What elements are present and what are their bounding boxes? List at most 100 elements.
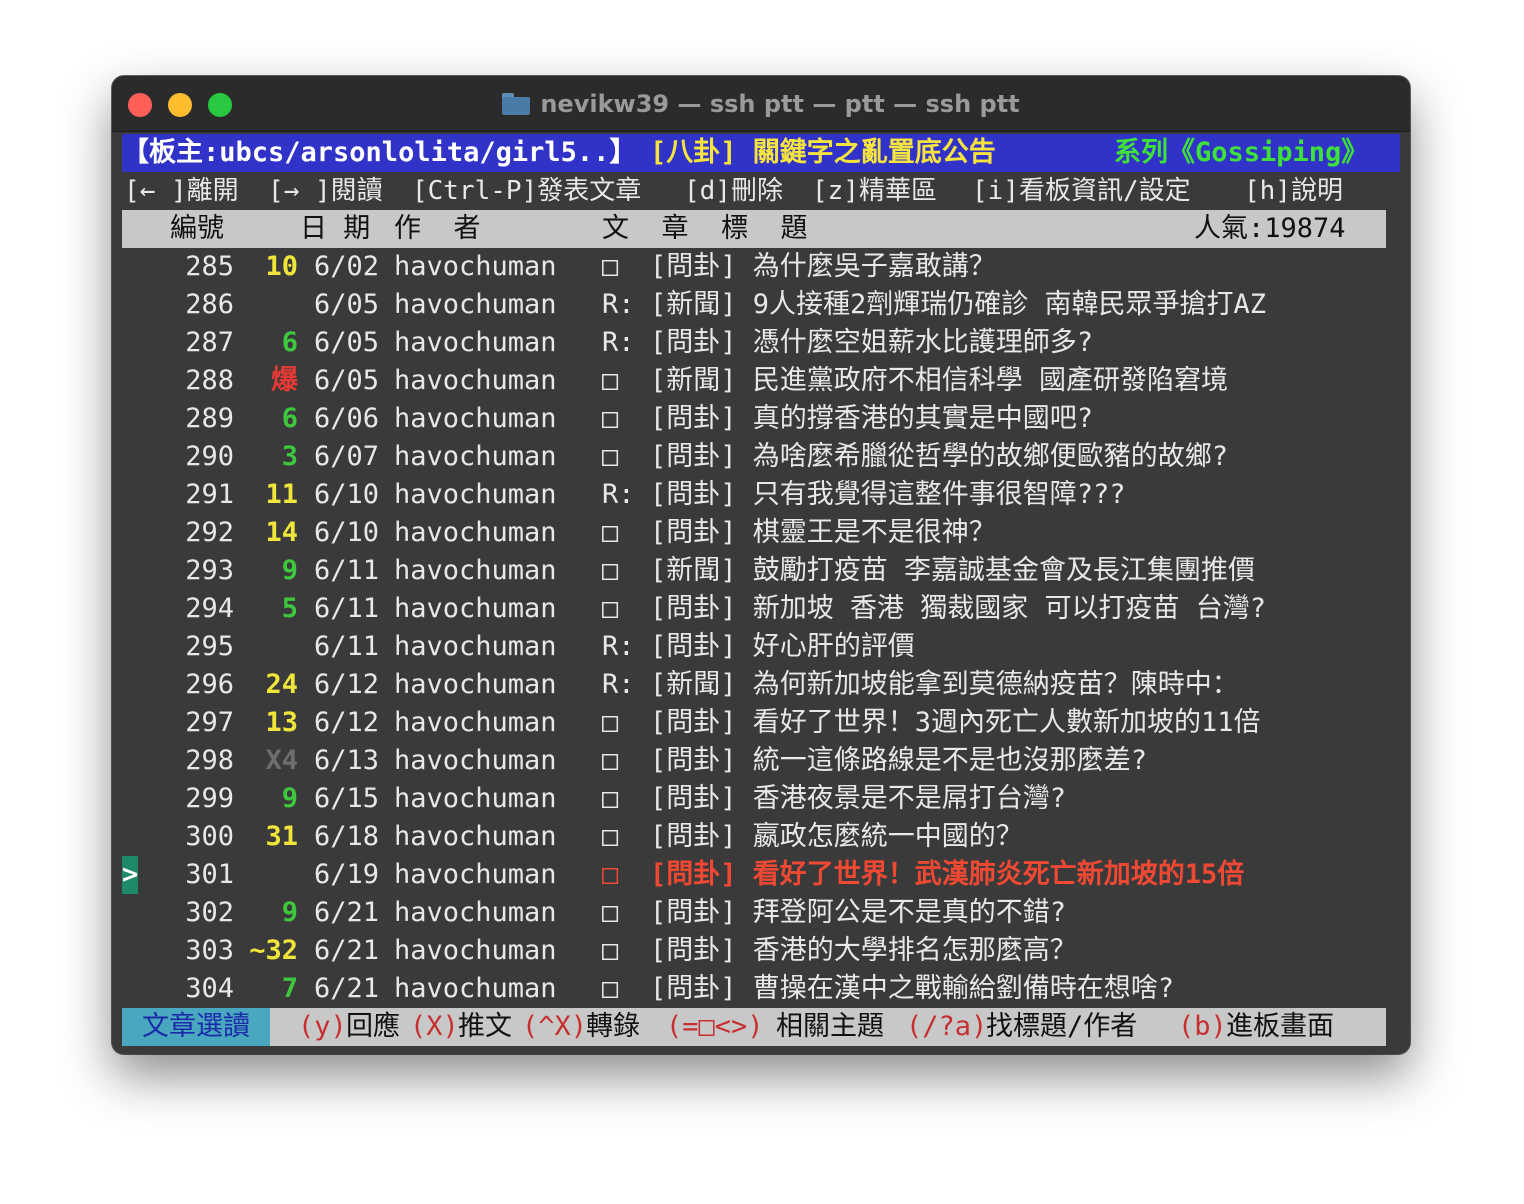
article-title: [問卦] 看好了世界！武漢肺炎死亡新加坡的15倍 <box>650 859 1245 890</box>
article-number: 302 <box>185 897 234 928</box>
article-row[interactable]: 291 11 6/10 havochuman R: [問卦] 只有我覺得這整件事很智障??… <box>122 476 1400 514</box>
article-mark: R: <box>602 327 635 358</box>
article-mark: □ <box>602 707 619 738</box>
footer-key-board[interactable]: (b) <box>1178 1008 1227 1046</box>
push-count: 9 <box>281 555 298 586</box>
menu-post[interactable]: [Ctrl-P]發表文章 <box>412 172 641 210</box>
article-date: 6/21 <box>314 897 380 928</box>
footer-label-search: 找標題/作者 <box>986 1011 1138 1042</box>
article-row[interactable]: 300 31 6/18 havochuman □ [問卦] 嬴政怎麼統一中國的？ <box>122 818 1400 856</box>
article-row[interactable]: 298 X4 6/13 havochuman □ [問卦] 統一這條路線是不是也沒那麼差? <box>122 742 1400 780</box>
article-mark: □ <box>602 517 619 548</box>
article-row[interactable]: 288 爆 6/05 havochuman □ [新聞] 民進黨政府不相信科學 國產研發陷… <box>122 362 1400 400</box>
article-date: 6/10 <box>314 517 380 548</box>
footer-key-push[interactable]: (X) <box>410 1008 459 1046</box>
article-row[interactable]: 285 10 6/02 havochuman □ [問卦] 為什麼吳子嘉敢講？ <box>122 248 1400 286</box>
article-number: 304 <box>185 973 234 1004</box>
article-mark: □ <box>602 365 619 396</box>
article-number: 297 <box>185 707 234 738</box>
push-count: 9 <box>281 897 298 928</box>
article-number: 299 <box>185 783 234 814</box>
article-row[interactable]: 302 9 6/21 havochuman □ [問卦] 拜登阿公是不是真的不錯? <box>122 894 1400 932</box>
article-row[interactable]: 287 6 6/05 havochuman R: [問卦] 憑什麼空姐薪水比護理師多? <box>122 324 1400 362</box>
article-number: 289 <box>185 403 234 434</box>
article-author: havochuman <box>394 517 557 548</box>
article-mark: □ <box>602 441 619 472</box>
article-mark: R: <box>602 631 635 662</box>
article-number: 286 <box>185 289 234 320</box>
menu-leave[interactable]: [← ]離開 <box>124 172 239 210</box>
article-row[interactable]: >301 6/19 havochuman □ [問卦] 看好了世界！武漢肺炎死亡新加坡的… <box>122 856 1400 894</box>
article-number: 295 <box>185 631 234 662</box>
window-title: nevikw39 — ssh ptt — ptt — ssh ptt <box>540 90 1020 118</box>
article-title: [問卦] 看好了世界！3週內死亡人數新加坡的11倍 <box>650 707 1261 738</box>
push-count: 5 <box>281 593 298 624</box>
push-count: 爆 <box>271 365 298 396</box>
article-row[interactable]: 295 6/11 havochuman R: [問卦] 好心肝的評價 <box>122 628 1400 666</box>
board-header: 【板主:ubcs/arsonlolita/girl5..】 [八卦] 關鍵字之亂… <box>122 134 1400 172</box>
article-row[interactable]: 293 9 6/11 havochuman □ [新聞] 鼓勵打疫苗 李嘉誠基金會及長江集… <box>122 552 1400 590</box>
article-title: [新聞] 9人接種2劑輝瑞仍確診 南韓民眾爭搶打AZ <box>650 289 1267 320</box>
article-title: [問卦] 香港的大學排名怎那麼高？ <box>650 935 1077 966</box>
article-number: 296 <box>185 669 234 700</box>
menu-read[interactable]: [→ ]閱讀 <box>268 172 383 210</box>
article-number: 291 <box>185 479 234 510</box>
menu-digest[interactable]: [z]精華區 <box>812 172 937 210</box>
footer-key-search[interactable]: (/?a) <box>906 1008 987 1046</box>
article-author: havochuman <box>394 859 557 890</box>
push-count: 9 <box>281 783 298 814</box>
footer-key-thread[interactable]: (=□<>) <box>666 1008 764 1046</box>
article-row[interactable]: 294 5 6/11 havochuman □ [問卦] 新加坡 香港 獨裁國家 可以打疫… <box>122 590 1400 628</box>
push-count: ~32 <box>249 935 298 966</box>
article-title: [問卦] 好心肝的評價 <box>650 631 915 662</box>
article-number: 292 <box>185 517 234 548</box>
article-row[interactable]: 296 24 6/12 havochuman R: [新聞] 為何新加坡能拿到莫德納疫苗？… <box>122 666 1400 704</box>
footer-key-forward[interactable]: (^X) <box>522 1008 587 1046</box>
article-title: [問卦] 憑什麼空姐薪水比護理師多? <box>650 327 1094 358</box>
article-number: 290 <box>185 441 234 472</box>
article-author: havochuman <box>394 593 557 624</box>
article-author: havochuman <box>394 441 557 472</box>
article-row[interactable]: 289 6 6/06 havochuman □ [問卦] 真的撐香港的其實是中國吧? <box>122 400 1400 438</box>
push-count: 31 <box>265 821 298 852</box>
article-row[interactable]: 303 ~32 6/21 havochuman □ [問卦] 香港的大學排名怎那麼高？ <box>122 932 1400 970</box>
window-title-container: nevikw39 — ssh ptt — ptt — ssh ptt <box>112 76 1410 132</box>
article-author: havochuman <box>394 631 557 662</box>
footer-key-reply[interactable]: (y) <box>298 1008 347 1046</box>
board-series: 系列《Gossiping》 <box>1114 137 1369 168</box>
article-row[interactable]: 297 13 6/12 havochuman □ [問卦] 看好了世界！3週內死亡人數新加… <box>122 704 1400 742</box>
footer-label-thread: 相關主題 <box>776 1011 884 1042</box>
article-author: havochuman <box>394 783 557 814</box>
article-row[interactable]: 292 14 6/10 havochuman □ [問卦] 棋靈王是不是很神？ <box>122 514 1400 552</box>
push-count: 6 <box>281 403 298 434</box>
article-row[interactable]: 286 6/05 havochuman R: [新聞] 9人接種2劑輝瑞仍確診 南韓民眾… <box>122 286 1400 324</box>
article-author: havochuman <box>394 821 557 852</box>
article-row[interactable]: 299 9 6/15 havochuman □ [問卦] 香港夜景是不是屌打台灣? <box>122 780 1400 818</box>
menu-board-info[interactable]: [i]看板資訊/設定 <box>972 172 1191 210</box>
article-row[interactable]: 290 3 6/07 havochuman □ [問卦] 為啥麼希臘從哲學的故鄉便歐豬的故… <box>122 438 1400 476</box>
footer-label-board: 進板畫面 <box>1226 1011 1334 1042</box>
article-author: havochuman <box>394 365 557 396</box>
menu-delete[interactable]: [d]刪除 <box>684 172 783 210</box>
mode-label: 文章選讀 <box>122 1008 270 1046</box>
article-row[interactable]: 304 7 6/21 havochuman □ [問卦] 曹操在漢中之戰輸給劉備時在想啥? <box>122 970 1400 1008</box>
menu-help[interactable]: [h]說明 <box>1244 172 1343 210</box>
article-mark: R: <box>602 479 635 510</box>
article-mark: □ <box>602 403 619 434</box>
article-number: 287 <box>185 327 234 358</box>
article-mark: □ <box>602 251 619 282</box>
article-date: 6/13 <box>314 745 380 776</box>
article-title: [問卦] 拜登阿公是不是真的不錯? <box>650 897 1067 928</box>
article-date: 6/11 <box>314 555 380 586</box>
article-title: [問卦] 曹操在漢中之戰輸給劉備時在想啥? <box>650 973 1175 1004</box>
article-mark: R: <box>602 669 635 700</box>
footer-label-reply: 回應 <box>346 1011 400 1042</box>
article-title: [問卦] 新加坡 香港 獨裁國家 可以打疫苗 台灣? <box>650 593 1267 624</box>
article-number: 301 <box>185 859 234 890</box>
push-count: 24 <box>265 669 298 700</box>
column-date: 日 期 <box>300 213 371 244</box>
article-mark: □ <box>602 745 619 776</box>
article-author: havochuman <box>394 707 557 738</box>
article-date: 6/15 <box>314 783 380 814</box>
terminal-content[interactable]: 【板主:ubcs/arsonlolita/girl5..】 [八卦] 關鍵字之亂… <box>122 134 1400 1048</box>
